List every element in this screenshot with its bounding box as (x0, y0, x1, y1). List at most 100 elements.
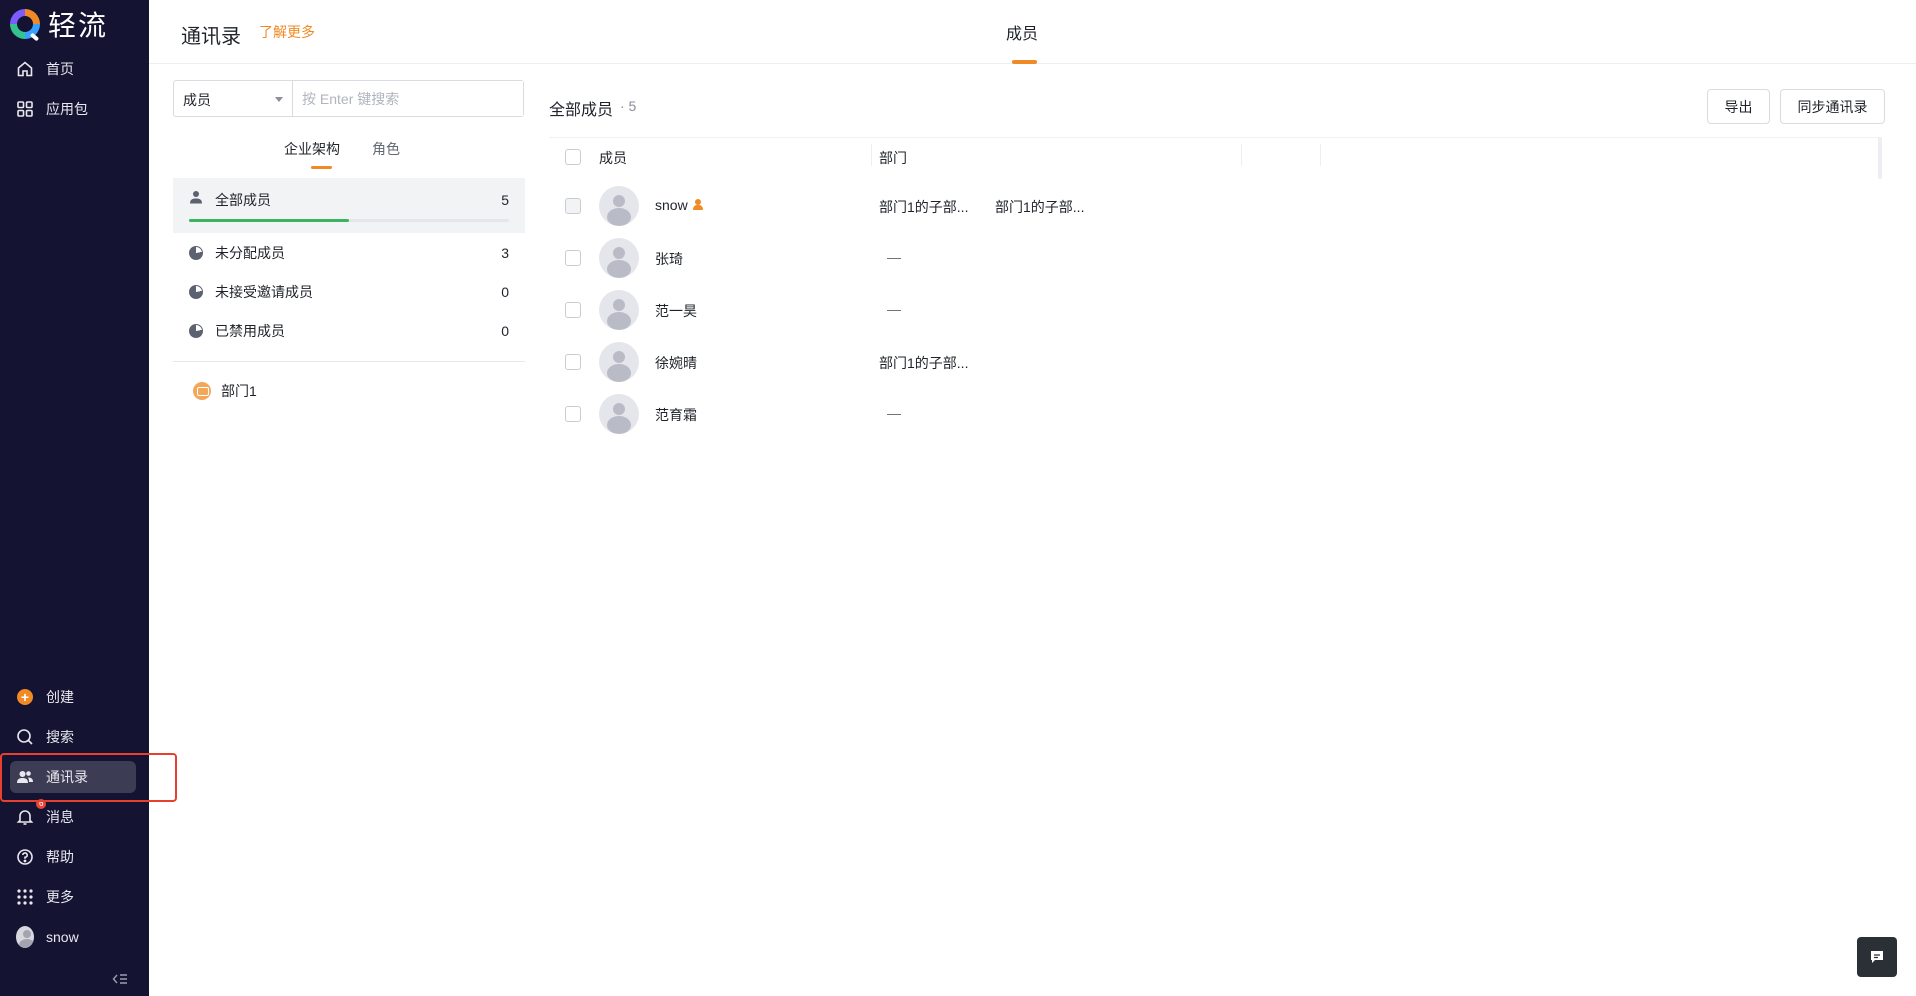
row-checkbox[interactable] (565, 250, 581, 266)
collapse-icon[interactable] (112, 972, 128, 989)
member-progress-bar (189, 219, 509, 222)
department-label: 部门1 (221, 383, 257, 399)
group-label: 未分配成员 (215, 244, 285, 261)
org-sub-tabs: 企业架构 角色 (284, 139, 400, 159)
select-all-checkbox[interactable] (565, 149, 581, 165)
export-button[interactable]: 导出 (1707, 89, 1770, 124)
column-header-department: 部门 (879, 150, 907, 166)
member-name: 范育霜 (655, 407, 697, 423)
member-avatar (599, 394, 639, 434)
bell-icon (16, 808, 34, 826)
page-header: 通讯录 了解更多 成员 (149, 0, 1916, 64)
logo-text: 轻流 (48, 10, 109, 41)
sidebar-item-label: snow (46, 929, 79, 945)
sidebar-item-label: 消息 (46, 809, 74, 825)
sidebar-item-label: 更多 (46, 889, 74, 905)
member-department-empty: — (887, 301, 901, 317)
sidebar-item-more[interactable]: 更多 (10, 881, 136, 913)
member-department-empty: — (887, 405, 901, 421)
app-logo[interactable]: 轻流 (10, 6, 108, 42)
tab-roles[interactable]: 角色 (372, 139, 400, 159)
sync-contacts-button[interactable]: 同步通讯录 (1780, 89, 1885, 124)
page-title: 通讯录 (181, 26, 241, 48)
table-scrollbar[interactable] (1878, 137, 1882, 179)
column-separator (1320, 144, 1321, 166)
member-department-empty: — (887, 249, 901, 265)
row-checkbox[interactable] (565, 354, 581, 370)
divider (173, 361, 525, 362)
app-root: 轻流 首页 应用包 + 创建 搜索 通讯录 6 消息 帮助 更多 snow 通讯… (0, 0, 1916, 996)
sidebar-item-messages[interactable]: 6 消息 (10, 799, 136, 833)
group-count: 0 (501, 283, 509, 300)
sidebar-item-label: 搜索 (46, 729, 74, 745)
row-checkbox[interactable] (565, 198, 581, 214)
sidebar-item-search[interactable]: 搜索 (10, 721, 136, 753)
sidebar-item-profile[interactable]: snow (10, 921, 136, 953)
table-row[interactable]: 徐婉晴 部门1的子部... (549, 336, 1879, 388)
member-name: 张琦 (655, 251, 683, 267)
plus-icon: + (16, 688, 34, 706)
filter-select-value: 成员 (183, 92, 211, 108)
tab-members[interactable]: 成员 (1006, 20, 1038, 44)
table-row[interactable]: 张琦 — (549, 232, 1879, 284)
row-checkbox[interactable] (565, 406, 581, 422)
column-separator (871, 144, 872, 166)
sidebar-item-label: 首页 (46, 61, 74, 77)
group-count: 0 (501, 322, 509, 339)
admin-icon (692, 199, 704, 211)
group-label: 全部成员 (215, 192, 271, 208)
tab-active-indicator (1012, 60, 1037, 64)
member-avatar (599, 186, 639, 226)
department-item[interactable]: 部门1 (193, 381, 257, 401)
sidebar-item-home[interactable]: 首页 (10, 53, 136, 85)
grid-icon (16, 100, 34, 118)
chat-icon (1871, 951, 1883, 963)
learn-more-link[interactable]: 了解更多 (259, 22, 315, 42)
filter-type-select[interactable]: 成员 (174, 81, 293, 116)
pie-icon (189, 245, 203, 260)
member-avatar (599, 290, 639, 330)
member-list-title: 全部成员 (549, 102, 614, 119)
table-row[interactable]: 范育霜 — (549, 388, 1879, 440)
chat-support-button[interactable] (1857, 937, 1897, 977)
person-icon (190, 191, 202, 204)
tab-org-structure[interactable]: 企业架构 (284, 139, 340, 159)
user-avatar (16, 926, 34, 948)
group-disabled[interactable]: 已禁用成员 0 (173, 311, 525, 350)
row-checkbox[interactable] (565, 302, 581, 318)
sidebar-item-label: 创建 (46, 689, 74, 705)
group-label: 已禁用成员 (215, 322, 285, 339)
member-name: 徐婉晴 (655, 355, 697, 371)
group-count: 5 (501, 192, 509, 208)
sub-tab-active-indicator (311, 166, 332, 169)
sidebar: 轻流 首页 应用包 + 创建 搜索 通讯录 6 消息 帮助 更多 snow (0, 0, 149, 996)
member-group-list: 全部成员 5 未分配成员 3 未接受邀请成员 0 已禁用成员 0 (173, 178, 525, 350)
pie-icon (189, 323, 203, 338)
member-progress-fill (189, 219, 349, 222)
department-icon (193, 382, 211, 400)
search-icon (16, 728, 34, 746)
member-avatar (599, 238, 639, 278)
column-separator (1241, 144, 1242, 166)
sidebar-item-app-packages[interactable]: 应用包 (10, 93, 136, 125)
member-department: 部门1的子部... (995, 199, 1085, 215)
home-icon (16, 60, 34, 78)
help-icon (16, 848, 34, 866)
table-row[interactable]: 范一昊 — (549, 284, 1879, 336)
column-header-member: 成员 (599, 150, 627, 166)
sidebar-item-label: 应用包 (46, 101, 88, 117)
member-avatar (599, 342, 639, 382)
member-department: 部门1的子部... (879, 199, 969, 215)
logo-mark-icon (10, 9, 40, 39)
sidebar-item-help[interactable]: 帮助 (10, 841, 136, 873)
table-row[interactable]: snow 部门1的子部... 部门1的子部... (549, 180, 1879, 232)
sidebar-item-create[interactable]: + 创建 (10, 681, 136, 713)
highlight-box (0, 753, 177, 802)
group-unassigned[interactable]: 未分配成员 3 (173, 233, 525, 272)
member-name: snow (655, 197, 704, 213)
member-filter: 成员 (173, 80, 524, 117)
search-input[interactable] (293, 81, 523, 116)
group-pending-invite[interactable]: 未接受邀请成员 0 (173, 272, 525, 311)
group-all-members[interactable]: 全部成员 5 (173, 178, 525, 233)
caret-down-icon (275, 97, 283, 102)
